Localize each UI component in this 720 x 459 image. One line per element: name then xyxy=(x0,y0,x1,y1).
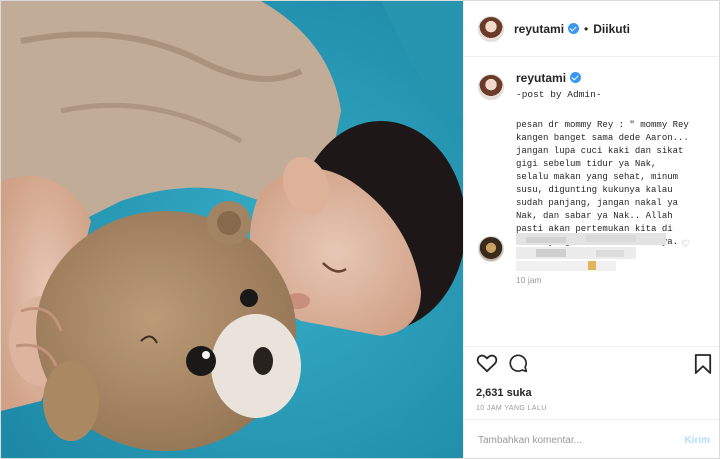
verified-badge-icon xyxy=(570,72,582,83)
post-sidebar: reyutami • Diikuti reyutami -post by Adm… xyxy=(463,1,719,458)
caption-username[interactable]: reyutami xyxy=(516,71,566,85)
send-button[interactable]: Kirim xyxy=(684,435,710,446)
instagram-post-modal: reyutami • Diikuti reyutami -post by Adm… xyxy=(0,0,720,459)
sleeping-child-photo xyxy=(1,1,463,458)
comments-section[interactable]: reyutami -post by Admin- pesan dr mommy … xyxy=(464,58,719,348)
post-timestamp[interactable]: 10 JAM YANG LALU xyxy=(476,405,710,412)
author-username[interactable]: reyutami xyxy=(514,22,564,36)
separator-dot: • xyxy=(584,21,589,36)
post-photo[interactable] xyxy=(1,1,463,458)
bookmark-icon[interactable] xyxy=(694,353,712,375)
comment-bubble-icon[interactable] xyxy=(508,353,528,373)
comment-like-icon[interactable]: ♡ xyxy=(681,239,690,250)
following-button[interactable]: Diikuti xyxy=(593,22,630,36)
comment-input[interactable] xyxy=(478,434,668,446)
post-header: reyutami • Diikuti xyxy=(464,1,719,57)
like-count[interactable]: 2,631 suka xyxy=(476,387,710,399)
verified-badge-icon xyxy=(568,23,580,34)
heart-icon[interactable] xyxy=(476,353,498,373)
post-actions: 2,631 suka 10 JAM YANG LALU xyxy=(464,346,719,418)
pixelated-comment-text xyxy=(516,233,666,273)
commenter-avatar[interactable] xyxy=(478,236,504,262)
caption-byline: -post by Admin- xyxy=(516,89,602,100)
author-avatar[interactable] xyxy=(478,15,504,42)
caption-avatar[interactable] xyxy=(478,74,504,100)
blurred-comment: ♡ xyxy=(478,233,708,279)
add-comment-bar: Kirim xyxy=(464,419,719,458)
